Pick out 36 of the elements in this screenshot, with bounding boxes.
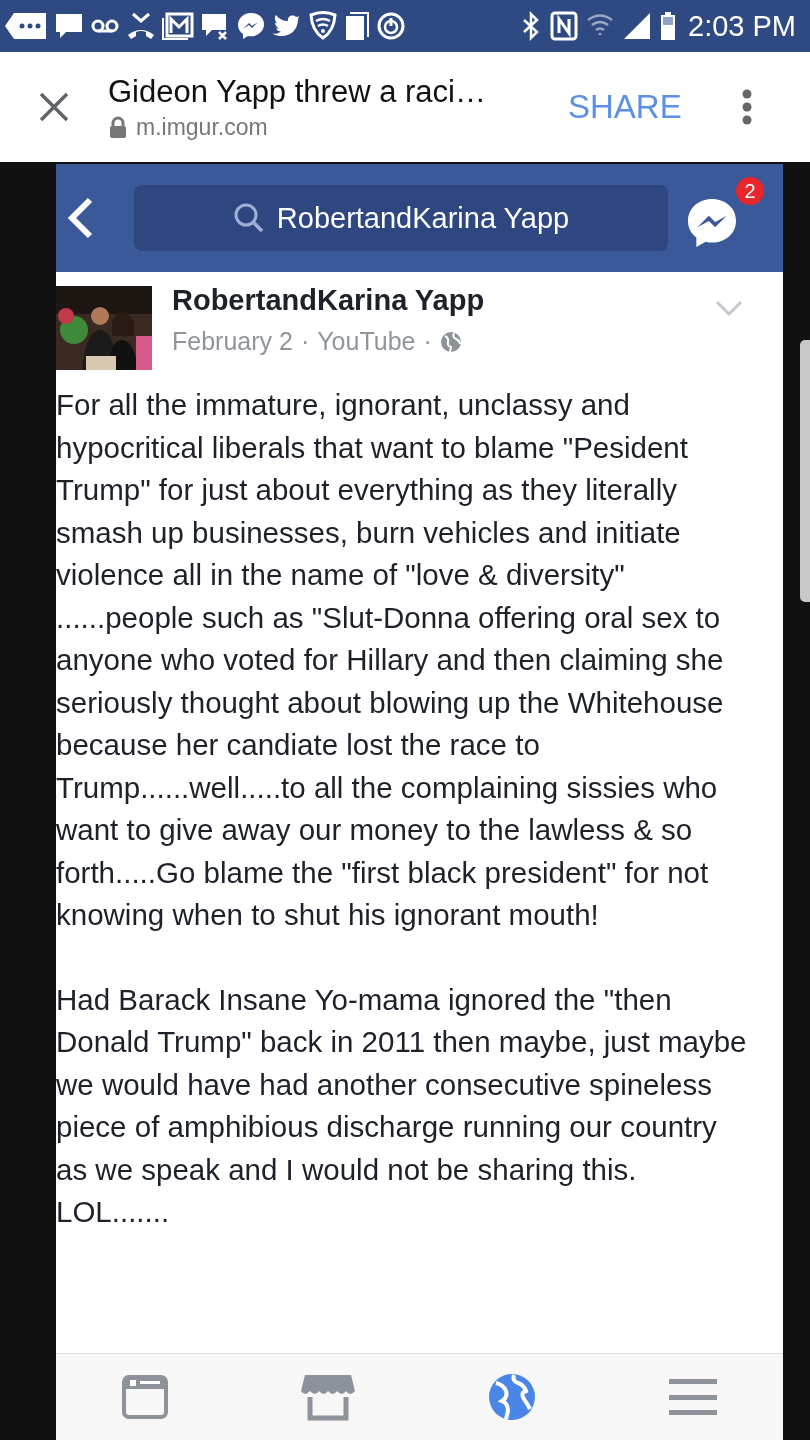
post-paragraph: Had Barack Insane Yo-mama ignored the "then Donald Trump" back in 2011 then maybe, just maybe we would have had another consecutive spineless piece of amphibious discharge running our country as we speak and I would not be sharing this.: [56, 981, 748, 1188]
globe-icon[interactable]: [487, 1373, 536, 1421]
lock-icon: [108, 116, 128, 138]
chat-icon: [54, 11, 84, 41]
close-icon[interactable]: [38, 91, 70, 123]
post-paragraph: LOL.......: [56, 1194, 171, 1230]
missed-call-icon: [126, 11, 156, 41]
menu-icon[interactable]: [741, 89, 752, 125]
message-blocked-icon: [200, 11, 230, 41]
mail-icon: [162, 11, 194, 41]
feed-icon[interactable]: [122, 1375, 169, 1419]
globe-icon: [439, 330, 462, 353]
search-field[interactable]: RobertandKarina Yapp: [134, 185, 668, 251]
scrollbar[interactable]: [800, 340, 810, 602]
search-icon: [232, 202, 265, 234]
nfc-icon: [550, 11, 578, 41]
shield-wifi-icon: [308, 11, 338, 41]
author-name[interactable]: RobertandKarina Yapp: [172, 284, 715, 317]
separator: ·: [300, 327, 310, 356]
power-icon: [376, 11, 406, 41]
separator: ·: [423, 327, 432, 356]
notification-badge: 2: [736, 177, 764, 205]
signal-icon: [622, 11, 652, 41]
messenger-icon: [236, 11, 266, 41]
battery-icon: [660, 11, 676, 41]
more-icon: [4, 11, 48, 41]
page-url: m.imgur.com: [136, 113, 268, 141]
storefront-icon[interactable]: [301, 1373, 356, 1421]
messenger-icon[interactable]: [688, 199, 736, 247]
post-paragraph: For all the immature, ignorant, unclassy and hypocritical liberals that want to blame "Pesident Trump" for just about everything as they literally smash up businesses, burn vehicles and initiate violence all in the name of "love & diversity" ......people such as "Slut-Donna offering oral sex to anyone who voted for Hillary and then claiming she seriously thought about blowing up the Whitehouse because her candiate lost the race to Trump......well.....to all the complaining sissies who want to give away our money to the lawless & so forth.....Go blame the "first black president" for not knowing when to shut his ignorant mouth!: [56, 387, 725, 933]
menu-icon[interactable]: [668, 1377, 717, 1417]
sim-card-icon: [344, 11, 370, 41]
post-source: YouTube: [317, 327, 416, 356]
status-time: 2:03 PM: [688, 9, 796, 43]
back-icon[interactable]: [66, 196, 94, 240]
page-title: Gideon Yapp threw a raci…: [108, 73, 487, 110]
